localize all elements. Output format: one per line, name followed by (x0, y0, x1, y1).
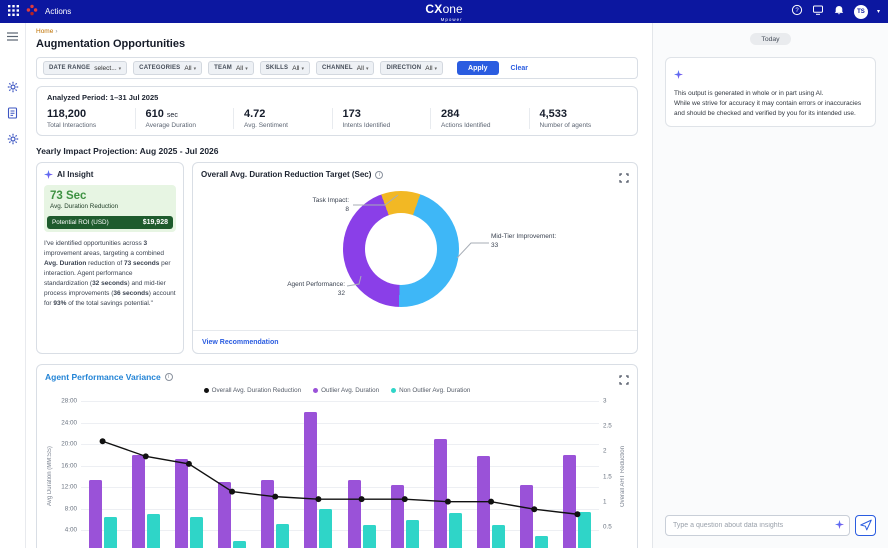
agent-performance-variance-card: Agent Performance Variance Overall Avg. … (36, 364, 638, 548)
reduction-label: Avg. Duration Reduction (50, 203, 170, 210)
stat-average-duration: 610 sec Average Duration (135, 108, 234, 129)
legend-marker (391, 388, 396, 393)
stat-total-interactions: 118,200 Total Interactions (47, 108, 135, 129)
ai-sparkle-icon (44, 170, 53, 179)
variance-axis-right: 32.521.510.50 (599, 401, 617, 548)
donut-label-mid-tier: Mid-Tier Improvement:33 (491, 233, 556, 251)
cxone-logo: CXone Mpower (425, 1, 462, 23)
app-window: Actions CXone Mpower ? TS (0, 0, 888, 548)
duration-donut[interactable] (343, 191, 459, 307)
variance-chart: Avg Duration (MM:SS) 28:0024:0020:0016:0… (45, 401, 629, 548)
page-title: Augmentation Opportunities (36, 38, 638, 50)
app-title[interactable]: Actions (45, 7, 71, 16)
today-badge: Today (750, 33, 790, 45)
ai-insight-title: AI Insight (57, 170, 93, 179)
ask-insights-row (665, 514, 876, 536)
variance-axis-left: 28:0024:0020:0016:0012:008:004:000:00 (55, 401, 81, 548)
filter-skills[interactable]: SKILLS All (260, 61, 310, 75)
ai-disclaimer-card: This output is generated in whole or in … (665, 57, 876, 127)
breadcrumb-home-link[interactable]: Home (36, 28, 53, 35)
breadcrumb: Home› (36, 28, 638, 35)
rail-menu-icon[interactable] (6, 30, 19, 43)
topbar: Actions CXone Mpower ? TS (0, 0, 888, 23)
filter-categories[interactable]: CATEGORIES All (133, 61, 202, 75)
ai-sparkle-icon (674, 70, 683, 79)
legend-non-outlier-duration: Non Outlier Avg. Duration (391, 387, 470, 394)
expand-icon[interactable] (619, 170, 629, 188)
insights-question-input[interactable] (665, 515, 850, 536)
ai-insight-card: AI Insight 73 Sec Avg. Duration Reductio… (36, 162, 184, 354)
legend-outlier-duration: Outlier Avg. Duration (313, 387, 379, 394)
help-icon[interactable]: ? (791, 3, 803, 21)
variance-legend: Overall Avg. Duration Reduction Outlier … (45, 387, 629, 394)
info-icon[interactable] (165, 373, 173, 381)
rail-automation-gear-icon[interactable] (6, 80, 19, 93)
ai-assistant-panel: Today This output is generated in whole … (652, 23, 888, 548)
main-content: Home› Augmentation Opportunities DATE RA… (26, 23, 652, 548)
ai-insight-body: I've identified opportunities across 3 i… (44, 239, 176, 309)
rail-settings-gear-icon[interactable] (6, 132, 19, 145)
expand-icon[interactable] (619, 372, 629, 390)
analyzed-period-title: Analyzed Period: 1–31 Jul 2025 (47, 93, 627, 102)
stat-actions-identified: 284 Actions Identified (430, 108, 529, 129)
stat-avg-sentiment: 4.72 Avg. Sentiment (233, 108, 332, 129)
roi-label: Potential ROI (USD) (52, 219, 109, 226)
reduction-value: 73 Sec (50, 190, 170, 202)
disclaimer-line2: While we strive for accuracy it may cont… (674, 99, 867, 119)
legend-overall-reduction: Overall Avg. Duration Reduction (204, 387, 302, 394)
filter-team[interactable]: TEAM All (208, 61, 254, 75)
send-plane-icon (860, 519, 872, 531)
legend-marker (313, 388, 318, 393)
legend-marker (204, 388, 209, 393)
donut-card-title: Overall Avg. Duration Reduction Target (… (201, 170, 371, 179)
feedback-icon[interactable] (812, 3, 824, 21)
app-launcher-icon[interactable] (8, 3, 19, 21)
stat-number-of-agents: 4,533 Number of agents (529, 108, 628, 129)
left-rail (0, 23, 26, 548)
reduction-highlight: 73 Sec Avg. Duration Reduction Potential… (44, 185, 176, 232)
duration-reduction-card: Overall Avg. Duration Reduction Target (… (192, 162, 638, 354)
info-icon[interactable] (375, 171, 383, 179)
stat-intents-identified: 173 Intents Identified (332, 108, 431, 129)
send-button[interactable] (855, 515, 876, 536)
rail-docs-icon[interactable] (6, 106, 19, 119)
apply-button[interactable]: Apply (457, 61, 498, 75)
filter-direction[interactable]: DIRECTION All (380, 61, 443, 75)
clear-button[interactable]: Clear (511, 65, 529, 72)
y-axis-left-title: Avg Duration (MM:SS) (45, 401, 55, 548)
donut-label-agent-performance: Agent Performance:32 (285, 281, 345, 299)
filter-date-range[interactable]: DATE RANGE select... (43, 61, 127, 75)
projection-heading: Yearly Impact Projection: Aug 2025 - Jul… (36, 146, 638, 156)
y-axis-right-title: Overall AHT Reduction (617, 401, 629, 548)
variance-card-title: Agent Performance Variance (45, 372, 161, 382)
disclaimer-line1: This output is generated in whole or in … (674, 89, 867, 99)
variance-plot[interactable] (81, 401, 599, 548)
svg-text:?: ? (795, 8, 799, 14)
roi-value: $19,928 (143, 219, 168, 226)
donut-label-task-impact: Task Impact:8 (297, 197, 349, 215)
roi-bar: Potential ROI (USD) $19,928 (47, 216, 173, 229)
filter-channel[interactable]: CHANNEL All (316, 61, 374, 75)
user-avatar[interactable]: TS (854, 5, 868, 19)
user-menu-caret-icon[interactable] (877, 8, 880, 15)
actions-logo-icon (26, 3, 38, 21)
analyzed-period-card: Analyzed Period: 1–31 Jul 2025 118,200 T… (36, 86, 638, 136)
view-recommendation-link[interactable]: View Recommendation (202, 339, 279, 346)
filter-bar: DATE RANGE select... CATEGORIES All TEAM… (36, 57, 638, 79)
notifications-bell-icon[interactable] (833, 3, 845, 21)
